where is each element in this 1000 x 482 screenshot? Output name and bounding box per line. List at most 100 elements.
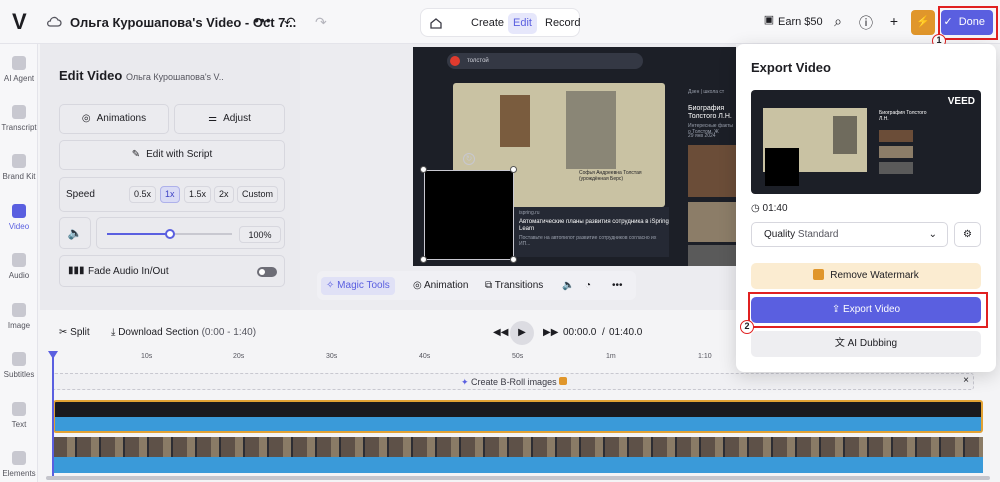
veed-logo[interactable]: V	[12, 11, 34, 33]
volume-value[interactable]: 100%	[239, 226, 281, 243]
volume-slider-box: 100%	[96, 217, 285, 249]
animations-button[interactable]: ◎ Animations	[59, 104, 169, 134]
more-options-button[interactable]: •••	[254, 12, 272, 28]
tick-label: 1m	[606, 353, 616, 360]
speed-option-2x[interactable]: 2x	[214, 186, 234, 203]
speed-option-1-5x[interactable]: 1.5x	[184, 186, 212, 203]
timeline-scrollbar[interactable]	[46, 476, 990, 480]
help-icon[interactable]: ⓘ	[857, 13, 875, 31]
earn-button[interactable]: Earn $50	[778, 16, 823, 28]
sidebar-item-elements[interactable]: Elements	[0, 451, 38, 478]
step-marker-2: 2	[740, 320, 754, 334]
resize-handle-br[interactable]	[510, 256, 517, 263]
image-icon	[12, 303, 26, 317]
volume-slider[interactable]	[107, 229, 232, 239]
resize-handle-tl[interactable]	[420, 166, 427, 173]
undo-icon[interactable]: ↶	[284, 14, 296, 31]
yandex-logo-icon	[450, 56, 460, 66]
adjust-button[interactable]: ⚌ Adjust	[174, 104, 285, 134]
gift-icon: ▣	[763, 14, 775, 26]
tick-label: 1:10	[698, 353, 712, 360]
animation-button[interactable]: ◎ Animation	[413, 277, 468, 295]
forward-icon[interactable]: ▶▶	[543, 327, 558, 338]
ai-agent-icon	[12, 56, 26, 70]
edit-with-script-button[interactable]: ✎ Edit with Script	[59, 140, 285, 170]
upgrade-bolt-button[interactable]: ⚡	[911, 10, 935, 35]
speaker-icon[interactable]: 🔈	[59, 217, 91, 249]
done-button[interactable]: ✓ Done	[941, 10, 993, 35]
transitions-button[interactable]: ⧉ Transitions	[485, 277, 543, 295]
sidebar-item-text[interactable]: Text	[0, 402, 38, 429]
broll-label-text: Create B-Roll images	[471, 377, 557, 387]
veed-watermark: VEED	[947, 96, 975, 107]
sidebar-item-image[interactable]: Image	[0, 303, 38, 330]
remove-watermark-button[interactable]: Remove Watermark	[751, 263, 981, 289]
resize-handle-tr[interactable]	[510, 166, 517, 173]
split-button[interactable]: ✂ Split	[59, 327, 90, 338]
tab-edit[interactable]: Edit	[508, 13, 537, 34]
magic-toolbar: ✧ Magic Tools ◎ Animation ⧉ Transitions …	[317, 271, 636, 300]
panel-title-text: Edit Video	[59, 68, 123, 83]
adjust-icon: ⚌	[208, 113, 218, 124]
bolt-icon	[813, 269, 825, 280]
sidebar-item-label: Text	[11, 420, 27, 429]
volume-icon[interactable]: 🔈	[562, 277, 574, 295]
duration-value: 01:40	[762, 203, 788, 214]
broll-track[interactable]: ✦ Create B-Roll images ×	[52, 373, 974, 390]
selected-element[interactable]	[424, 170, 514, 260]
fade-audio-toggle[interactable]	[257, 267, 277, 277]
search-icon[interactable]: ⌕	[829, 13, 847, 31]
tick-label: 40s	[419, 353, 431, 360]
ai-dubbing-button[interactable]: 文 AI Dubbing	[751, 331, 981, 357]
quality-label: Quality	[764, 229, 796, 240]
export-label: Export Video	[843, 304, 901, 315]
tab-create[interactable]: Create	[466, 13, 509, 34]
preview-card-title: Автоматические планы развития сотрудника…	[519, 219, 669, 232]
rewind-icon[interactable]: ◀◀	[493, 327, 508, 338]
close-icon[interactable]: ×	[963, 375, 969, 386]
redo-icon[interactable]: ↷	[315, 14, 327, 31]
done-label: Done	[958, 16, 985, 28]
tab-record[interactable]: Record	[540, 13, 585, 34]
animations-label: Animations	[96, 113, 147, 124]
speed-option-0-5x[interactable]: 0.5x	[129, 186, 157, 203]
speed-control: Speed 0.5x 1x 1.5x 2x Custom	[59, 177, 285, 212]
magic-tools-button[interactable]: ✧ Magic Tools	[321, 277, 395, 295]
brand-kit-icon	[12, 154, 26, 168]
video-icon	[12, 204, 26, 218]
magic-icon: ✧	[326, 280, 338, 291]
export-video-button[interactable]: ⇪ Export Video	[751, 297, 981, 323]
check-icon: ✓	[943, 16, 953, 28]
sidebar-item-audio[interactable]: Audio	[0, 253, 38, 280]
export-settings-button[interactable]: ⚙	[954, 222, 981, 247]
main-video-track[interactable]	[53, 437, 983, 473]
sidebar-item-label: Transcript	[1, 123, 37, 132]
sidebar-item-label: AI Agent	[3, 74, 35, 83]
playhead[interactable]	[52, 353, 54, 478]
speed-option-custom[interactable]: Custom	[237, 186, 279, 203]
cloud-save-icon	[46, 14, 62, 30]
home-icon[interactable]	[427, 14, 445, 32]
sidebar-item-transcript[interactable]: Transcript	[0, 105, 38, 132]
volume-knob[interactable]	[164, 229, 175, 239]
sidebar-item-ai-agent[interactable]: AI Agent	[0, 56, 38, 83]
sidebar-item-subtitles[interactable]: Subtitles	[0, 352, 38, 379]
time-separator: /	[602, 327, 605, 338]
more-icon[interactable]: •••	[612, 277, 623, 295]
add-user-icon[interactable]: +	[885, 13, 903, 31]
clock-icon: ◷	[751, 203, 763, 214]
rotate-icon[interactable]: ↻	[463, 153, 475, 165]
sidebar-item-brand-kit[interactable]: Brand Kit	[0, 154, 38, 181]
speed-option-1x[interactable]: 1x	[160, 186, 180, 203]
play-button[interactable]: ▶	[510, 321, 534, 345]
modal-title: Export Video	[751, 60, 831, 75]
quality-select[interactable]: Quality Standard ⌄	[751, 222, 948, 247]
download-section-button[interactable]: ⤓ Download Section (0:00 - 1:40)	[111, 327, 256, 338]
thumb-small-2	[879, 146, 913, 158]
preview-portrait-image	[566, 91, 616, 169]
resize-handle-bl[interactable]	[420, 256, 427, 263]
sidebar-item-video[interactable]: Video	[0, 204, 38, 231]
overlay-clip-track[interactable]	[53, 400, 983, 433]
speed-gauge-icon[interactable]: ◔	[585, 277, 591, 295]
panel-title: Edit Video Ольга Курошапова's V..	[59, 68, 224, 83]
